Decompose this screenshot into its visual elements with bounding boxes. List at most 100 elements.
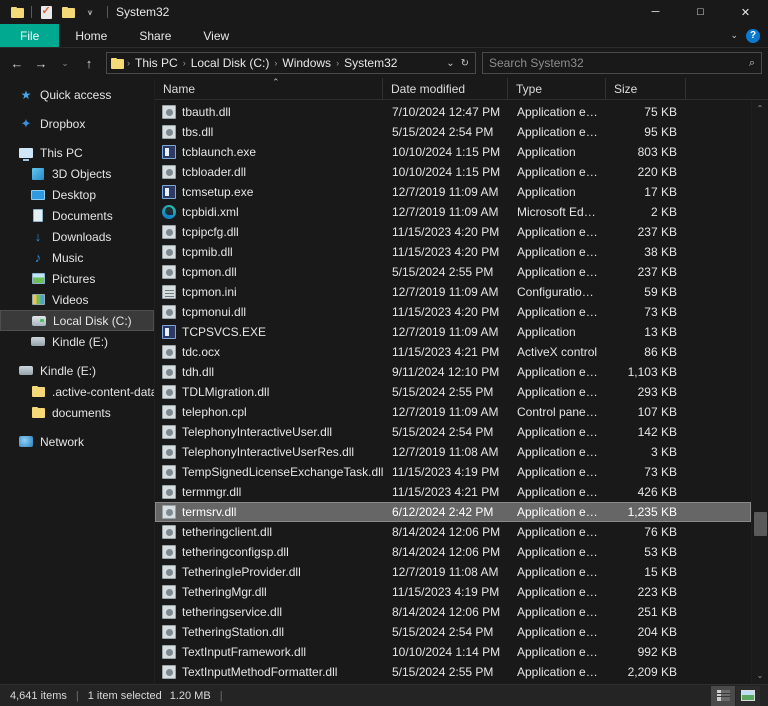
table-row[interactable]: TetheringStation.dll 5/15/2024 2:54 PM App…: [155, 622, 751, 642]
search-icon[interactable]: ⌕: [749, 57, 755, 70]
table-row[interactable]: TextInputFramework.dll 10/10/2024 1:14 PM…: [155, 642, 751, 662]
folder-icon: [30, 405, 46, 421]
file-size-cell: 3 KB: [650, 445, 677, 459]
sidebar-item-videos[interactable]: Videos: [0, 289, 154, 310]
table-row[interactable]: tcbloader.dll 10/10/2024 1:15 PM Applicati…: [155, 162, 751, 182]
folder-icon[interactable]: [6, 1, 28, 23]
table-row[interactable]: tbauth.dll 7/10/2024 12:47 PM Application …: [155, 102, 751, 122]
tab-share[interactable]: Share: [123, 24, 187, 47]
up-button[interactable]: ↑: [78, 52, 100, 74]
vertical-scrollbar[interactable]: ⌃ ⌄: [751, 100, 768, 684]
sidebar-item-this-pc[interactable]: This PC: [0, 142, 154, 163]
file-type-cell: Application exten...: [517, 645, 607, 659]
column-header-type[interactable]: Type: [508, 78, 606, 99]
file-date-cell: 11/15/2023 4:20 PM: [392, 225, 500, 239]
chevron-down-icon[interactable]: ⩛: [79, 1, 101, 23]
videos-icon-glyph: [31, 294, 45, 305]
table-row[interactable]: tcmsetup.exe 12/7/2019 11:09 AM Applicatio…: [155, 182, 751, 202]
table-row[interactable]: TetheringMgr.dll 11/15/2023 4:19 PM Applic…: [155, 582, 751, 602]
file-name-label: TextInputFramework.dll: [182, 645, 307, 659]
new-folder-icon[interactable]: [57, 1, 79, 23]
breadcrumb[interactable]: › This PC › Local Disk (C:) › Windows › …: [106, 52, 476, 74]
table-row[interactable]: termmgr.dll 11/15/2023 4:21 PM Application…: [155, 482, 751, 502]
search-box[interactable]: ⌕: [482, 52, 762, 74]
sidebar-item-network[interactable]: Network: [0, 431, 154, 452]
details-view-button[interactable]: [711, 685, 735, 706]
file-size-cell: 15 KB: [644, 565, 677, 579]
table-row[interactable]: tdc.ocx 11/15/2023 4:21 PM ActiveX control…: [155, 342, 751, 362]
sidebar-item-documents[interactable]: Documents: [0, 205, 154, 226]
sidebar-item-pictures[interactable]: Pictures: [0, 268, 154, 289]
sidebar-item-documents[interactable]: documents: [0, 402, 154, 423]
tab-home[interactable]: Home: [59, 24, 123, 47]
recent-locations-button[interactable]: ⌄: [54, 52, 76, 74]
sidebar-item-local-disk-c[interactable]: Local Disk (C:): [0, 310, 154, 331]
scroll-up-arrow-icon[interactable]: ⌃: [752, 100, 768, 117]
file-list[interactable]: tbauth.dll 7/10/2024 12:47 PM Application …: [155, 100, 751, 684]
column-header-date-modified[interactable]: Date modified: [383, 78, 508, 99]
refresh-icon[interactable]: ↻: [461, 58, 469, 69]
search-input[interactable]: [489, 56, 749, 70]
table-row[interactable]: tcpbidi.xml 12/7/2019 11:09 AM Microsoft E…: [155, 202, 751, 222]
table-row[interactable]: termsrv.dll 6/12/2024 2:42 PM Application …: [155, 502, 751, 522]
column-header-size[interactable]: Size: [606, 78, 686, 99]
back-button[interactable]: ←: [6, 52, 28, 74]
removable-drive-icon-glyph: [19, 366, 33, 375]
table-row[interactable]: tcpmon.dll 5/15/2024 2:55 PM Application e…: [155, 262, 751, 282]
pictures-icon-glyph: [31, 273, 45, 284]
table-row[interactable]: TCPSVCS.EXE 12/7/2019 11:09 AM Application…: [155, 322, 751, 342]
table-row[interactable]: TDLMigration.dll 5/15/2024 2:55 PM Applica…: [155, 382, 751, 402]
help-icon[interactable]: ?: [746, 28, 760, 43]
table-row[interactable]: tbs.dll 5/15/2024 2:54 PM Application exte…: [155, 122, 751, 142]
table-row[interactable]: tcpmib.dll 11/15/2023 4:20 PM Application …: [155, 242, 751, 262]
table-row[interactable]: tetheringclient.dll 8/14/2024 12:06 PM App…: [155, 522, 751, 542]
table-row[interactable]: tdh.dll 9/11/2024 12:10 PM Application ext…: [155, 362, 751, 382]
sidebar-item-music[interactable]: ♪ Music: [0, 247, 154, 268]
table-row[interactable]: TempSignedLicenseExchangeTask.dll 11/15/2…: [155, 462, 751, 482]
scrollbar-thumb[interactable]: [753, 512, 767, 536]
file-name-cell: telephon.cpl: [156, 405, 384, 419]
table-row[interactable]: tcpipcfg.dll 11/15/2023 4:20 PM Applicatio…: [155, 222, 751, 242]
sidebar-item-dropbox[interactable]: ✦ Dropbox: [0, 113, 154, 134]
file-name-cell: tcmsetup.exe: [156, 185, 384, 199]
navigation-pane[interactable]: ★ Quick access ✦ Dropbox This PC 3D Objects De…: [0, 78, 155, 684]
breadcrumb-item-system32[interactable]: System32: [340, 56, 401, 70]
file-type-cell: Application exten...: [517, 445, 607, 459]
column-header-name[interactable]: Name: [155, 78, 383, 99]
forward-button[interactable]: →: [30, 52, 52, 74]
sidebar-item-3d-objects[interactable]: 3D Objects: [0, 163, 154, 184]
column-header-filler[interactable]: [686, 78, 768, 99]
table-row[interactable]: TelephonyInteractiveUserRes.dll 12/7/2019…: [155, 442, 751, 462]
sidebar-item-downloads[interactable]: ↓ Downloads: [0, 226, 154, 247]
breadcrumb-item-windows[interactable]: Windows: [278, 56, 335, 70]
minimize-button[interactable]: ─: [633, 0, 678, 24]
sidebar-item-desktop[interactable]: Desktop: [0, 184, 154, 205]
table-row[interactable]: TelephonyInteractiveUser.dll 5/15/2024 2:…: [155, 422, 751, 442]
table-row[interactable]: tcblaunch.exe 10/10/2024 1:15 PM Applicati…: [155, 142, 751, 162]
sidebar-item-active-content-data[interactable]: .active-content-data: [0, 381, 154, 402]
table-row[interactable]: telephon.cpl 12/7/2019 11:09 AM Control pa…: [155, 402, 751, 422]
scrollbar-track[interactable]: [752, 117, 768, 667]
chevron-down-icon[interactable]: ⌄: [730, 31, 738, 40]
breadcrumb-item-local-disk[interactable]: Local Disk (C:): [187, 56, 274, 70]
close-button[interactable]: ✕: [723, 0, 768, 24]
table-row[interactable]: tetheringservice.dll 8/14/2024 12:06 PM Ap…: [155, 602, 751, 622]
table-row[interactable]: tcpmonui.dll 11/15/2023 4:20 PM Applicatio…: [155, 302, 751, 322]
sidebar-item-kindle-e[interactable]: Kindle (E:): [0, 360, 154, 381]
sidebar-item-quick-access[interactable]: ★ Quick access: [0, 84, 154, 105]
breadcrumb-item-this-pc[interactable]: This PC: [131, 56, 182, 70]
table-row[interactable]: TetheringIeProvider.dll 12/7/2019 11:08 A…: [155, 562, 751, 582]
sidebar-item-kindle-e[interactable]: Kindle (E:): [0, 331, 154, 352]
cpl-file-icon: [162, 405, 176, 419]
table-row[interactable]: TextInputMethodFormatter.dll 5/15/2024 2:…: [155, 662, 751, 682]
large-icons-view-button[interactable]: [736, 685, 760, 706]
table-row[interactable]: tetheringconfigsp.dll 8/14/2024 12:06 PM A…: [155, 542, 751, 562]
maximize-button[interactable]: □: [678, 0, 723, 24]
properties-icon[interactable]: [35, 1, 57, 23]
chevron-down-icon[interactable]: ⌄: [446, 58, 454, 69]
sidebar-item-label: 3D Objects: [52, 166, 112, 181]
tab-file[interactable]: File: [0, 24, 60, 47]
scroll-down-arrow-icon[interactable]: ⌄: [752, 667, 768, 684]
table-row[interactable]: tcpmon.ini 12/7/2019 11:09 AM Configuratio…: [155, 282, 751, 302]
tab-view[interactable]: View: [187, 24, 245, 47]
